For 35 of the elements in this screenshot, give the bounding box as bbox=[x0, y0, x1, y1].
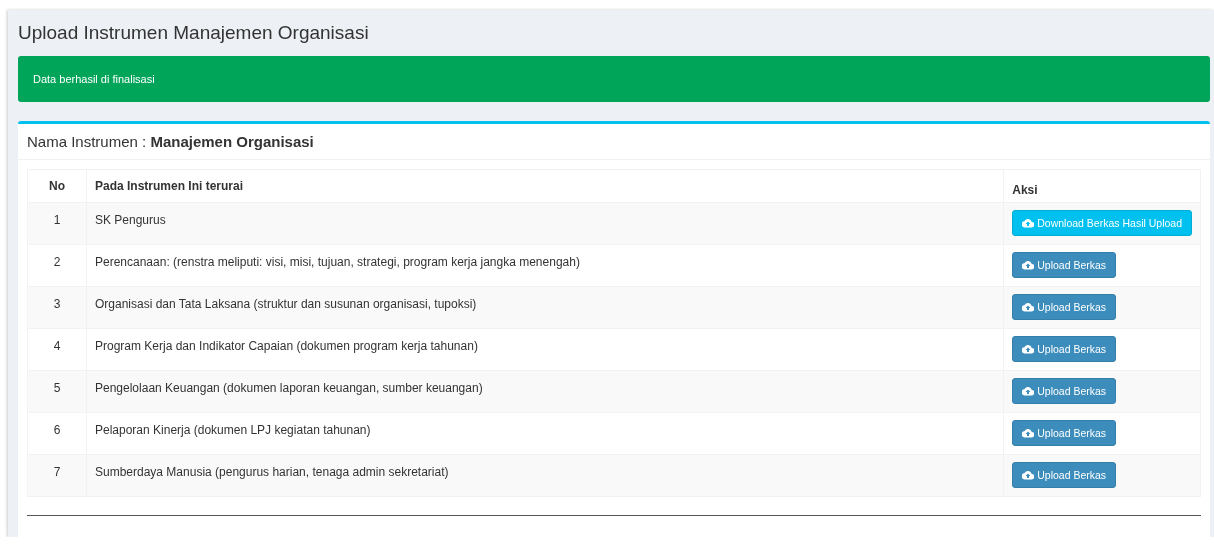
instrument-name: Manajemen Organisasi bbox=[150, 133, 314, 150]
download-button[interactable]: Download Berkas Hasil Upload bbox=[1012, 210, 1192, 236]
upload-button[interactable]: Upload Berkas bbox=[1012, 462, 1117, 488]
table-cell: Pelaporan Kinerja (dokumen LPJ kegiatan tahunan) bbox=[86, 412, 1004, 455]
table-cell: 4 bbox=[27, 328, 87, 371]
upload-button[interactable]: Upload Berkas bbox=[1012, 252, 1117, 278]
upload-button[interactable]: Upload Berkas bbox=[1012, 378, 1117, 404]
column-header: No bbox=[27, 169, 87, 203]
table-cell: Program Kerja dan Indikator Capaian (dokumen program kerja tahunan) bbox=[86, 328, 1004, 371]
table-cell: Sumberdaya Manusia (pengurus harian, tenaga admin sekretariat) bbox=[86, 454, 1004, 497]
page-title: Upload Instrumen Manajemen Organisasi bbox=[18, 21, 370, 45]
table-cell: 5 bbox=[27, 370, 87, 413]
cloud-upload-icon bbox=[1022, 302, 1035, 312]
instrument-label: Nama Instrumen : bbox=[27, 133, 147, 150]
cloud-upload-icon bbox=[1022, 428, 1035, 438]
cloud-upload-icon bbox=[1022, 386, 1035, 396]
table-cell: 1 bbox=[27, 202, 87, 245]
upload-button[interactable]: Upload Berkas bbox=[1012, 420, 1117, 446]
table-cell: SK Pengurus bbox=[86, 202, 1004, 245]
cloud-upload-icon bbox=[1022, 260, 1035, 270]
upload-button[interactable]: Upload Berkas bbox=[1012, 336, 1117, 362]
column-header: Pada Instrumen Ini terurai bbox=[86, 169, 1004, 203]
table-cell: 3 bbox=[27, 286, 87, 329]
table-cell: 7 bbox=[27, 454, 87, 497]
table-cell: 2 bbox=[27, 244, 87, 287]
alert-text: Data berhasil di finalisasi bbox=[33, 73, 155, 85]
upload-button[interactable]: Upload Berkas bbox=[1012, 294, 1117, 320]
table-cell: 6 bbox=[27, 412, 87, 455]
cloud-upload-icon bbox=[1022, 344, 1035, 354]
table-cell: Organisasi dan Tata Laksana (struktur dan susunan organisasi, tupoksi) bbox=[86, 286, 1004, 329]
table-cell: Pengelolaan Keuangan (dokumen laporan keuangan, sumber keuangan) bbox=[86, 370, 1004, 413]
cloud-upload-icon bbox=[1022, 470, 1035, 480]
table-cell: Perencanaan: (renstra meliputi: visi, misi, tujuan, strategi, program kerja jangka menengah) bbox=[86, 244, 1004, 287]
column-header: Aksi bbox=[1003, 169, 1201, 203]
cloud-upload-icon bbox=[1022, 218, 1035, 228]
